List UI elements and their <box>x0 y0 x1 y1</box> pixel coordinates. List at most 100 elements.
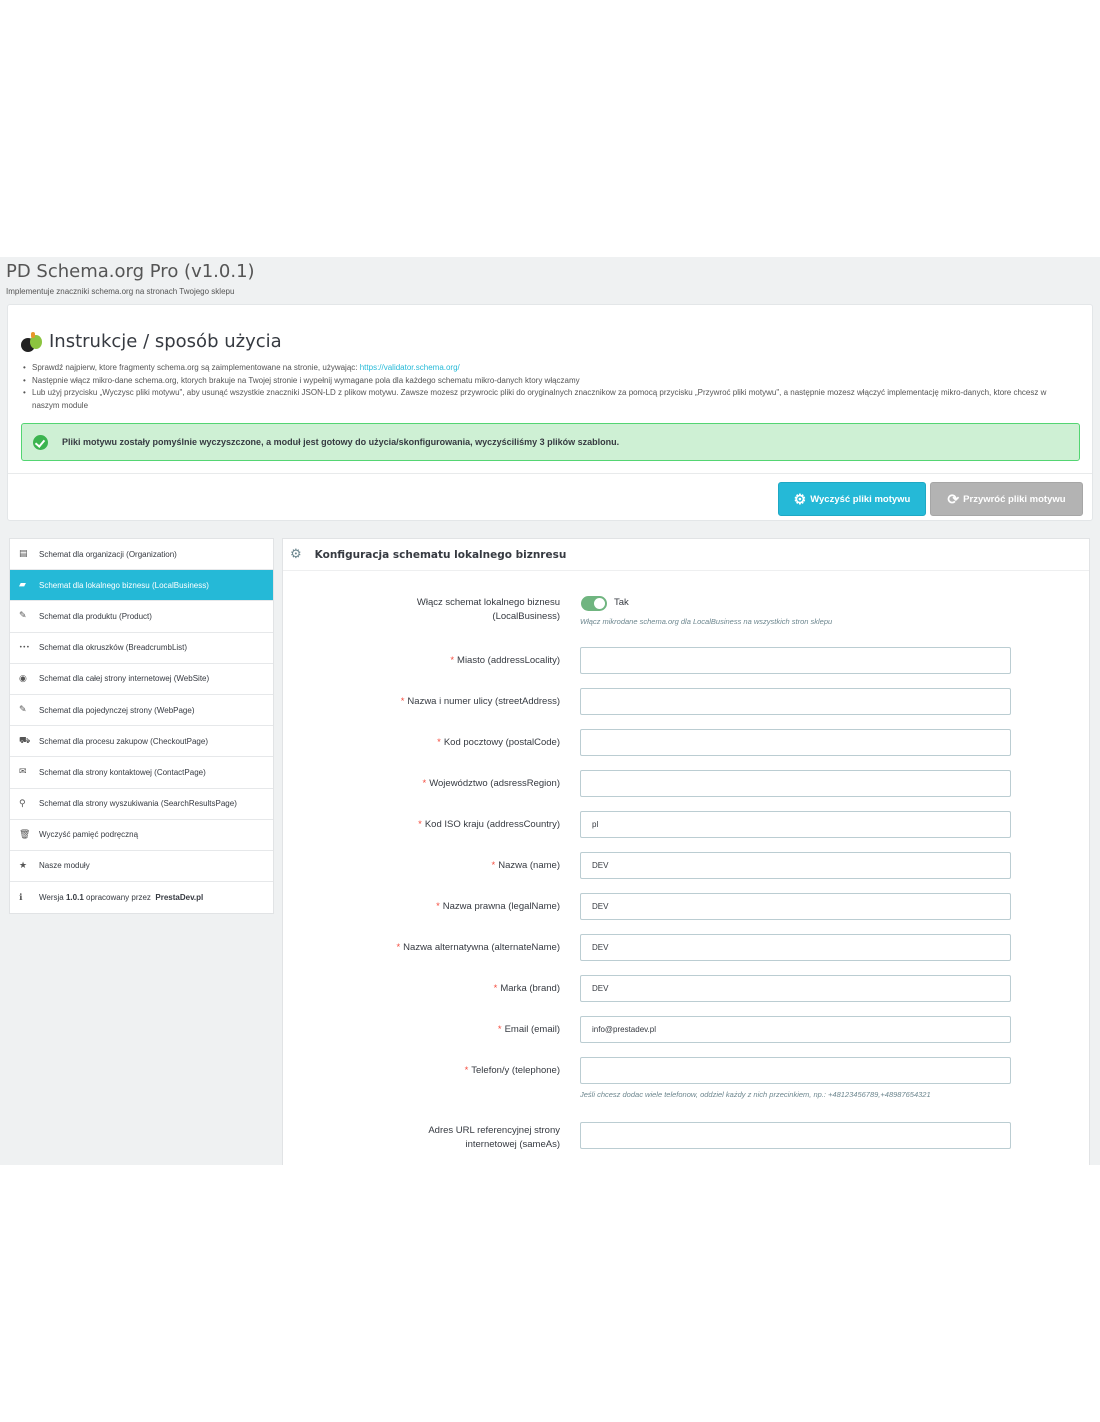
instruction-item: Następnie włącz mikro-dane schema.org, k… <box>23 375 1063 388</box>
instructions-header: Instrukcje / sposób użycia <box>21 331 282 352</box>
sidebar-item-label: Schemat dla organizacji (Organization) <box>39 549 177 559</box>
streetaddress-input[interactable] <box>580 688 1011 715</box>
success-alert-text: Pliki motywu zostały pomyślnie wyczyszcz… <box>62 437 620 447</box>
sidebar-item-localbusiness[interactable]: ▰ Schemat dla lokalnego biznesu (LocalBus… <box>10 570 273 602</box>
sameas-input[interactable] <box>580 1122 1011 1149</box>
field-label: * Marka (brand) <box>493 983 560 994</box>
sidebar-item-searchresultspage[interactable]: ⚲ Schemat dla strony wyszukiwania (Search… <box>10 789 273 820</box>
addresscountry-input[interactable] <box>580 811 1011 838</box>
sidebar-item-website[interactable]: ◉ Schemat dla całej strony internetowej (… <box>10 664 273 695</box>
label-line: internetowej (sameAs) <box>465 1139 560 1150</box>
field-label: * Województwo (adsressRegion) <box>422 778 560 789</box>
version-number: 1.0.1 <box>65 893 84 903</box>
sidebar-item-label: Schemat dla strony kontaktowej (ContactP… <box>39 767 206 777</box>
briefcase-icon: ▰ <box>19 580 26 591</box>
addressregion-input[interactable] <box>580 770 1011 797</box>
alternatename-input[interactable] <box>580 934 1011 961</box>
sidebar-item-checkoutpage[interactable]: ⛟ Schemat dla procesu zakupow (CheckoutPa… <box>10 726 273 758</box>
version-author: PrestaDev.pl <box>155 893 204 903</box>
panel-divider <box>8 473 1092 474</box>
instruction-text: Sprawdź najpierw, ktore fragmenty schema… <box>32 363 360 372</box>
sidebar-item-product[interactable]: ✎ Schemat dla produktu (Product) <box>10 601 273 633</box>
search-icon: ⚲ <box>19 798 26 809</box>
enable-help-text: Włącz mikrodane schema.org dla LocalBusi… <box>580 617 833 626</box>
building-icon: ▤ <box>19 549 28 560</box>
star-icon: ★ <box>19 860 28 871</box>
gear-icon: ⚙ <box>793 491 807 507</box>
instructions-panel: Instrukcje / sposób użycia Sprawdź najpi… <box>7 304 1093 521</box>
field-label: * Email (email) <box>497 1024 560 1035</box>
instructions-title: Instrukcje / sposób użycia <box>49 331 282 352</box>
sidebar-item-label: Schemat dla pojedynczej strony (WebPage) <box>39 705 195 715</box>
clean-theme-files-button[interactable]: ⚙ Wyczyść pliki motywu <box>778 482 926 516</box>
sidebar-item-clear-cache[interactable]: 🗑 Wyczyść pamięć podręczną <box>10 820 273 851</box>
telephone-help-text: Jeśli chcesz dodac wiele telefonow, oddz… <box>580 1090 931 1099</box>
label-line: Włącz schemat lokalnego biznesu <box>416 597 560 608</box>
field-label: * Kod pocztowy (postalCode) <box>437 737 560 748</box>
field-label: * Kod ISO kraju (addressCountry) <box>418 819 560 830</box>
page-title: PD Schema.org Pro (v1.0.1) <box>6 261 255 282</box>
restore-theme-files-label: Przywróć pliki motywu <box>963 493 1066 505</box>
enable-localbusiness-toggle[interactable] <box>581 596 607 611</box>
label-line: Adres URL referencyjnej strony <box>428 1125 560 1136</box>
field-label: * Telefon/y (telephone) <box>464 1065 560 1076</box>
sidebar-item-label: Schemat dla całej strony internetowej (W… <box>39 674 210 684</box>
field-label: * Miasto (addressLocality) <box>450 655 560 666</box>
sidebar-item-version: ℹ Wersja 1.0.1 opracowany przez PrestaDev… <box>10 882 273 913</box>
label-line: (LocalBusiness) <box>492 611 560 622</box>
schema-sidebar: ▤ Schemat dla organizacji (Organization) … <box>9 538 274 915</box>
version-prefix: Wersja <box>39 893 64 903</box>
field-label: * Nazwa prawna (legalName) <box>436 901 560 912</box>
check-circle-icon <box>33 434 48 450</box>
pencil-icon: ✎ <box>19 705 27 716</box>
cart-icon: ⛟ <box>19 735 31 746</box>
sidebar-item-contactpage[interactable]: ✉ Schemat dla strony kontaktowej (Contact… <box>10 757 273 789</box>
sameas-label: Adres URL referencyjnej strony internetow… <box>320 1124 560 1152</box>
name-input[interactable] <box>580 852 1011 879</box>
config-header: ⚙ Konfiguracja schematu lokalnego biznre… <box>283 539 1089 571</box>
brand-input[interactable] <box>580 975 1011 1002</box>
sidebar-item-breadcrumblist[interactable]: ••• Schemat dla okruszków (BreadcrumbList… <box>10 633 273 664</box>
sidebar-item-webpage[interactable]: ✎ Schemat dla pojedynczej strony (WebPage… <box>10 695 273 727</box>
sidebar-item-label: Schemat dla strony wyszukiwania (SearchR… <box>39 799 237 809</box>
toggle-state-label: Tak <box>614 597 629 608</box>
instruction-item: Lub użyj przycisku „Wyczysc pliki motywu… <box>23 387 1063 412</box>
field-label: * Nazwa i numer ulicy (streetAddress) <box>400 696 560 707</box>
instruction-item: Sprawdź najpierw, ktore fragmenty schema… <box>23 362 1063 375</box>
config-panel: ⚙ Konfiguracja schematu lokalnego biznre… <box>282 538 1090 1165</box>
sidebar-item-label: Schemat dla okruszków (BreadcrumbList) <box>39 643 188 653</box>
field-label: * Nazwa alternatywna (alternateName) <box>396 942 560 953</box>
pencil-icon: ✎ <box>19 611 27 622</box>
legalname-input[interactable] <box>580 893 1011 920</box>
field-label: * Nazwa (name) <box>491 860 560 871</box>
sidebar-item-our-modules[interactable]: ★ Nasze moduły <box>10 851 273 883</box>
enable-localbusiness-label: Włącz schemat lokalnego biznesu (LocalBus… <box>320 596 560 624</box>
app-window: PD Schema.org Pro (v1.0.1) Implementuje … <box>0 257 1100 1165</box>
telephone-input[interactable] <box>580 1057 1011 1084</box>
email-input[interactable] <box>580 1016 1011 1043</box>
instructions-list: Sprawdź najpierw, ktore fragmenty schema… <box>23 362 1063 412</box>
sidebar-item-label: Wyczyść pamięć podręczną <box>39 830 139 840</box>
sidebar-item-label: Schemat dla produktu (Product) <box>39 611 152 621</box>
clean-theme-files-label: Wyczyść pliki motywu <box>810 493 911 505</box>
validator-link[interactable]: https://validator.schema.org/ <box>360 363 460 372</box>
module-logo-icon <box>21 331 43 352</box>
postalcode-input[interactable] <box>580 729 1011 756</box>
config-title: Konfiguracja schematu lokalnego biznresu <box>314 548 567 561</box>
addresslocality-input[interactable] <box>580 647 1011 674</box>
ellipsis-icon: ••• <box>19 644 30 652</box>
sidebar-item-label: Schemat dla procesu zakupow (CheckoutPag… <box>39 736 208 746</box>
refresh-icon: ⟳ <box>947 491 960 507</box>
info-icon: ℹ <box>19 892 23 903</box>
sidebar-item-organization[interactable]: ▤ Schemat dla organizacji (Organization) <box>10 539 273 571</box>
envelope-icon: ✉ <box>19 767 27 778</box>
restore-theme-files-button[interactable]: ⟳ Przywróć pliki motywu <box>930 482 1083 516</box>
globe-icon: ◉ <box>19 673 27 684</box>
sidebar-item-label: Nasze moduły <box>39 861 90 871</box>
cogs-icon: ⚙ <box>290 547 302 562</box>
sidebar-item-label: Schemat dla lokalnego biznesu (LocalBusi… <box>39 580 209 590</box>
trash-icon: 🗑 <box>19 829 31 840</box>
success-alert: Pliki motywu zostały pomyślnie wyczyszcz… <box>21 423 1080 461</box>
version-middle: opracowany przez <box>83 893 154 903</box>
page-subtitle: Implementuje znaczniki schema.org na str… <box>6 287 235 296</box>
